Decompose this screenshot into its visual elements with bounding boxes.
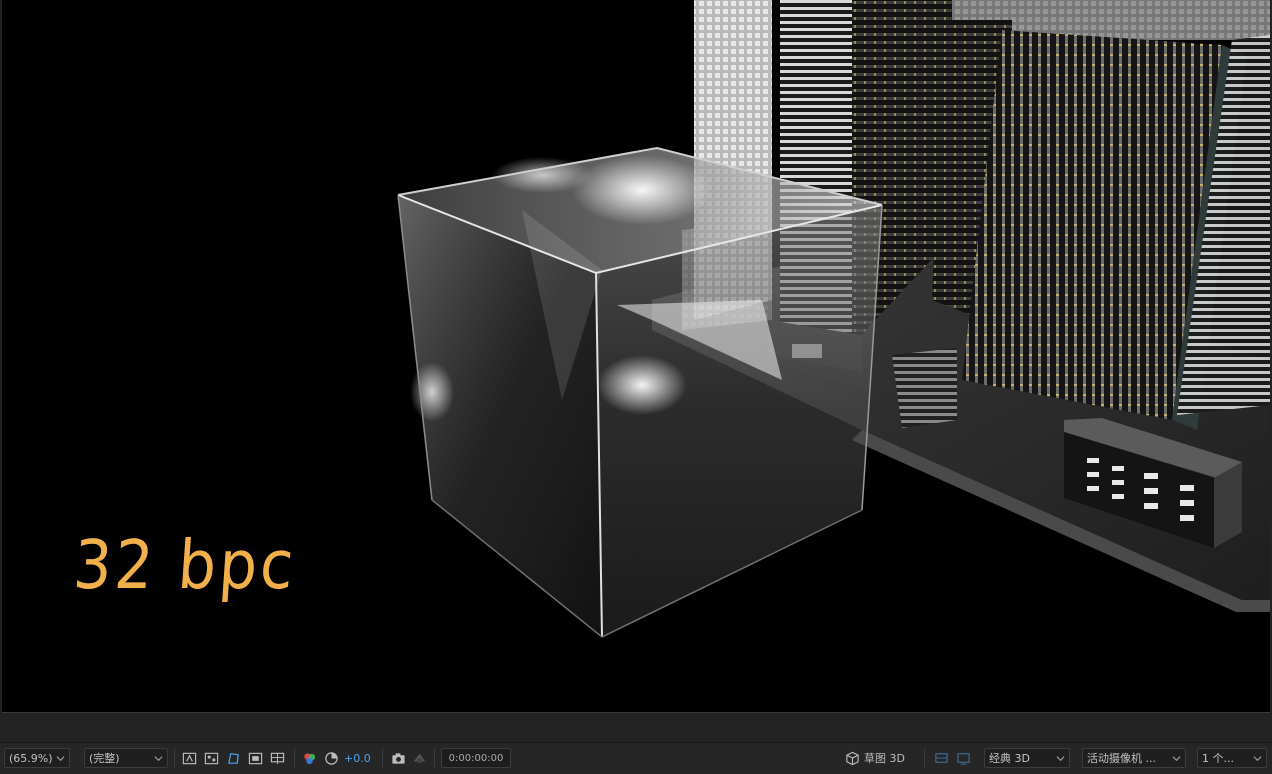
bit-depth-annotation: 32 bpc bbox=[70, 526, 299, 605]
chevron-down-icon bbox=[1172, 755, 1181, 761]
region-of-interest-icon bbox=[248, 752, 262, 764]
show-snapshot-button[interactable] bbox=[410, 749, 428, 767]
toolbar-divider bbox=[382, 749, 383, 767]
toolbar-divider bbox=[924, 749, 925, 767]
glass-cube bbox=[397, 146, 883, 638]
draft-3d-cube-icon bbox=[846, 751, 859, 765]
grid-icon bbox=[270, 752, 284, 764]
exposure-value[interactable]: +0.0 bbox=[344, 748, 378, 768]
toolbar-divider bbox=[174, 749, 175, 767]
viewer-toolbar: (65.9%) (完整) +0.0 0:00:00:00 草图 3D 经典 3D… bbox=[0, 742, 1272, 774]
extended-viewer-icon bbox=[956, 752, 970, 765]
transparency-grid-button[interactable] bbox=[202, 749, 220, 767]
region-of-interest-button[interactable] bbox=[246, 749, 264, 767]
snapshot-camera-icon bbox=[391, 752, 405, 764]
take-snapshot-button[interactable] bbox=[389, 749, 407, 767]
reset-exposure-icon bbox=[324, 751, 338, 765]
grid-button[interactable] bbox=[268, 749, 286, 767]
chevron-down-icon bbox=[56, 755, 65, 761]
extended-viewer-button[interactable] bbox=[954, 749, 972, 767]
resolution-value: (完整) bbox=[89, 752, 120, 765]
chevron-down-icon bbox=[154, 755, 163, 761]
composition-viewer-panel: 32 bpc (65.9%) (完整) +0.0 0:00:00:00 草图 3… bbox=[0, 0, 1272, 774]
mask-path-button[interactable] bbox=[224, 749, 242, 767]
draft-3d-toggle[interactable]: 草图 3D bbox=[845, 748, 917, 768]
transparency-grid-icon bbox=[204, 752, 218, 764]
view-layout-dropdown[interactable]: 1 个... bbox=[1197, 748, 1267, 768]
current-time-display[interactable]: 0:00:00:00 bbox=[441, 748, 511, 768]
chevron-down-icon bbox=[1253, 755, 1262, 761]
composition-viewer[interactable]: 32 bpc bbox=[2, 0, 1270, 713]
viewer-bottom-gap bbox=[0, 714, 1272, 742]
magnification-dropdown[interactable]: (65.9%) bbox=[4, 748, 70, 768]
view-layout-value: 1 个... bbox=[1202, 752, 1234, 765]
color-channel-button[interactable] bbox=[300, 749, 318, 767]
chevron-down-icon bbox=[1056, 755, 1065, 761]
renderer-dropdown[interactable]: 经典 3D bbox=[984, 748, 1070, 768]
reset-exposure-button[interactable] bbox=[322, 749, 340, 767]
active-camera-value: 活动摄像机 ... bbox=[1087, 752, 1156, 765]
toolbar-divider bbox=[294, 749, 295, 767]
fast-preview-button[interactable] bbox=[180, 749, 198, 767]
show-snapshot-icon bbox=[413, 753, 425, 763]
renderer-value: 经典 3D bbox=[989, 752, 1030, 765]
resolution-dropdown[interactable]: (完整) bbox=[84, 748, 168, 768]
active-camera-dropdown[interactable]: 活动摄像机 ... bbox=[1082, 748, 1186, 768]
ground-plane-icon bbox=[934, 752, 948, 763]
mask-path-icon bbox=[227, 752, 239, 764]
ground-plane-button[interactable] bbox=[932, 749, 950, 767]
magnification-value: (65.9%) bbox=[9, 751, 53, 765]
toolbar-divider bbox=[434, 749, 435, 767]
draft-3d-label: 草图 3D bbox=[864, 752, 905, 765]
rendered-3d-scene bbox=[397, 0, 1270, 638]
color-channel-icon bbox=[303, 752, 315, 764]
fast-preview-icon bbox=[182, 752, 196, 764]
